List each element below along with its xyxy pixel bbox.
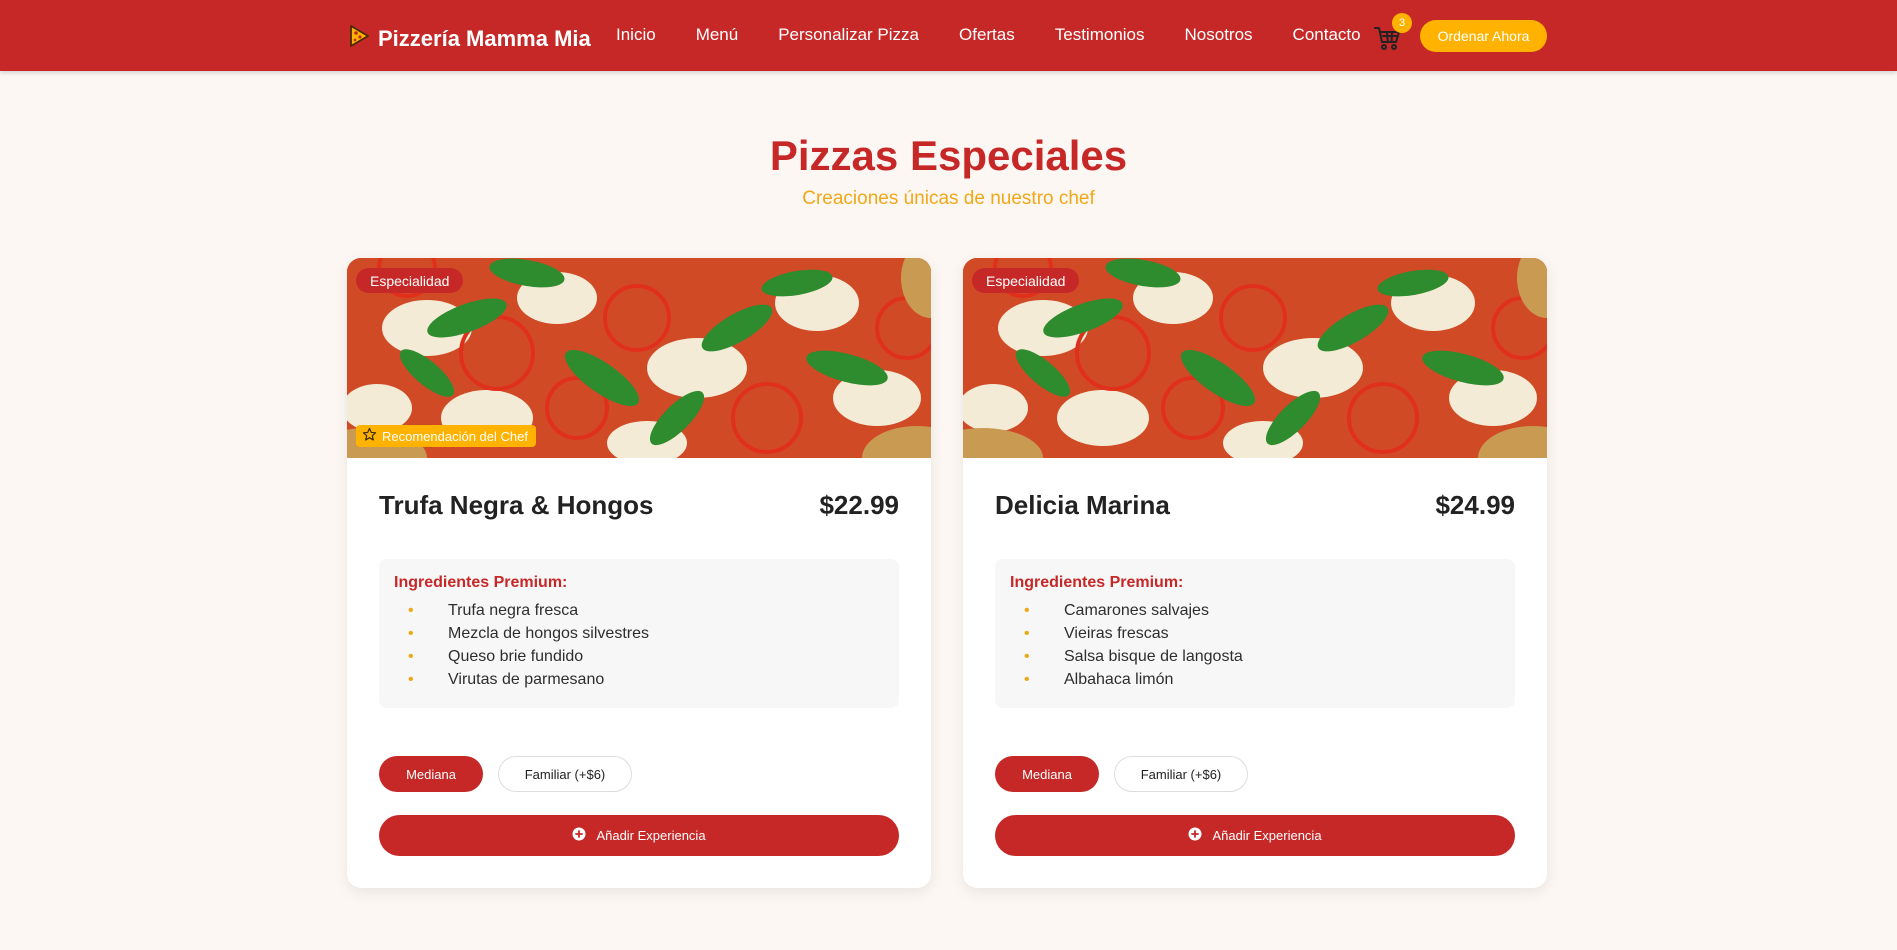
section-subtitle: Creaciones únicas de nuestro chef: [802, 188, 1095, 209]
ingredients-list: Camarones salvajes Vieiras frescas Salsa…: [1010, 599, 1243, 691]
ingredient-item: Albahaca limón: [1010, 668, 1243, 691]
chef-recommendation-badge: Recomendación del Chef: [356, 425, 536, 447]
ingredient-item: Camarones salvajes: [1010, 599, 1243, 622]
size-option-familiar[interactable]: Familiar (+$6): [498, 756, 632, 792]
star-icon: [362, 427, 377, 445]
add-button-label: Añadir Experiencia: [1212, 828, 1322, 843]
pizza-price: $24.99: [1435, 490, 1515, 520]
size-option-mediana[interactable]: Mediana: [379, 756, 483, 792]
size-option-mediana[interactable]: Mediana: [995, 756, 1099, 792]
nav-link-nosotros[interactable]: Nosotros: [1185, 25, 1253, 45]
cart-button[interactable]: 3: [1373, 13, 1412, 52]
pizza-card: Especialidad Delicia Marina $24.99 Ingre…: [963, 258, 1547, 888]
add-to-cart-button[interactable]: Añadir Experiencia: [379, 815, 899, 856]
nav-link-inicio[interactable]: Inicio: [616, 25, 656, 45]
pizza-price: $22.99: [819, 490, 899, 520]
ingredient-item: Salsa bisque de langosta: [1010, 645, 1243, 668]
size-option-familiar[interactable]: Familiar (+$6): [1114, 756, 1248, 792]
ingredients-list: Trufa negra fresca Mezcla de hongos silv…: [394, 599, 649, 691]
plus-circle-icon: [572, 827, 586, 844]
ingredient-item: Queso brie fundido: [394, 645, 649, 668]
ingredient-item: Trufa negra fresca: [394, 599, 649, 622]
plus-circle-icon: [1188, 827, 1202, 844]
ingredient-item: Mezcla de hongos silvestres: [394, 622, 649, 645]
nav-link-personalizar-pizza[interactable]: Personalizar Pizza: [778, 25, 919, 45]
brand-logo[interactable]: Pizzería Mamma Mia: [348, 24, 591, 54]
nav-link-contacto[interactable]: Contacto: [1293, 25, 1361, 45]
pizza-card: Especialidad Recomendación del Chef Truf…: [347, 258, 931, 888]
pizza-name: Delicia Marina: [995, 490, 1170, 520]
shopping-cart-icon: [1373, 27, 1401, 56]
ingredients-box: Ingredientes Premium: Trufa negra fresca…: [379, 559, 899, 708]
nav-link-testimonios[interactable]: Testimonios: [1055, 25, 1145, 45]
cart-count-badge: 3: [1392, 13, 1412, 33]
specialty-badge: Especialidad: [972, 268, 1080, 293]
navbar: Pizzería Mamma Mia Inicio Menú Personali…: [0, 0, 1897, 71]
pizza-name: Trufa Negra & Hongos: [379, 490, 654, 520]
ingredients-box: Ingredientes Premium: Camarones salvajes…: [995, 559, 1515, 708]
add-to-cart-button[interactable]: Añadir Experiencia: [995, 815, 1515, 856]
add-button-label: Añadir Experiencia: [596, 828, 706, 843]
ingredient-item: Virutas de parmesano: [394, 668, 649, 691]
order-now-button[interactable]: Ordenar Ahora: [1420, 20, 1547, 52]
specialty-badge: Especialidad: [356, 268, 464, 293]
ingredients-title: Ingredientes Premium:: [1010, 574, 1184, 591]
nav-link-ofertas[interactable]: Ofertas: [959, 25, 1015, 45]
pizza-slice-icon: [348, 24, 370, 54]
nav-link-menu[interactable]: Menú: [696, 25, 739, 45]
chef-badge-label: Recomendación del Chef: [382, 428, 528, 444]
nav-links: Inicio Menú Personalizar Pizza Ofertas T…: [616, 25, 1361, 45]
ingredient-item: Vieiras frescas: [1010, 622, 1243, 645]
ingredients-title: Ingredientes Premium:: [394, 574, 568, 591]
brand-name: Pizzería Mamma Mia: [378, 26, 591, 51]
section-title: Pizzas Especiales: [769, 132, 1128, 179]
